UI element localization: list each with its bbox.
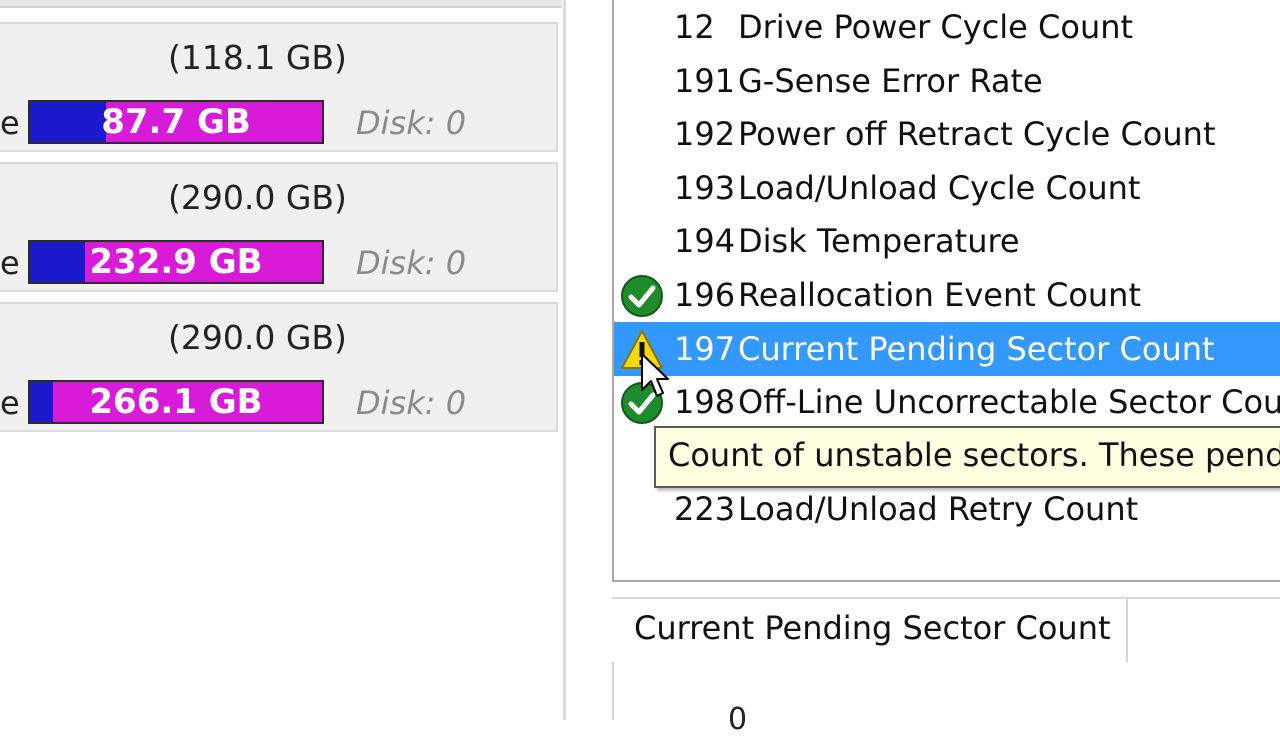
attribute-row[interactable]: 223 Load/Unload Retry Count bbox=[614, 482, 1280, 536]
attribute-name: Disk Temperature bbox=[738, 222, 1020, 260]
attribute-id: 12 bbox=[674, 8, 715, 46]
partition-item[interactable]: (290.0 GB) e 266.1 GB Disk: 0 bbox=[0, 302, 558, 432]
tab-label: Current Pending Sector Count bbox=[634, 609, 1111, 647]
panel-splitter[interactable] bbox=[563, 0, 566, 720]
attribute-row[interactable]: 198 Off-Line Uncorrectable Sector Count bbox=[614, 375, 1280, 429]
disk-label: Disk: 0 bbox=[356, 104, 467, 142]
free-space-label: 87.7 GB bbox=[101, 102, 251, 142]
attribute-id: 194 bbox=[674, 222, 736, 260]
disk-label: Disk: 0 bbox=[356, 384, 467, 422]
attribute-id: 192 bbox=[674, 115, 736, 153]
tab-current-pending-sector-count[interactable]: Current Pending Sector Count bbox=[612, 599, 1128, 663]
tooltip-text: Count of unstable sectors. These pending bbox=[668, 436, 1280, 474]
partition-size: (290.0 GB) bbox=[168, 178, 347, 217]
free-space-label: 266.1 GB bbox=[89, 382, 263, 422]
smart-attribute-list[interactable]: 12 Drive Power Cycle Count 191 G-Sense E… bbox=[612, 0, 1280, 582]
attribute-row[interactable]: 192 Power off Retract Cycle Count bbox=[614, 107, 1280, 161]
attribute-id: 197 bbox=[674, 330, 736, 368]
attribute-id: 193 bbox=[674, 169, 736, 207]
attribute-name: Power off Retract Cycle Count bbox=[738, 115, 1216, 153]
attribute-row[interactable]: 194 Disk Temperature bbox=[614, 214, 1280, 268]
detail-panel: 0 bbox=[612, 662, 1280, 737]
usage-bar: 232.9 GB bbox=[28, 240, 324, 284]
attribute-row[interactable]: 191 G-Sense Error Rate bbox=[614, 54, 1280, 108]
attribute-id: 198 bbox=[674, 383, 736, 421]
attribute-name: Reallocation Event Count bbox=[738, 276, 1141, 314]
usage-bar: 266.1 GB bbox=[28, 380, 324, 424]
mouse-cursor-icon bbox=[641, 353, 669, 397]
panel-top-border bbox=[0, 0, 562, 8]
attribute-id: 191 bbox=[674, 62, 736, 100]
detail-tabstrip: Current Pending Sector Count bbox=[612, 597, 1280, 669]
attribute-name: Drive Power Cycle Count bbox=[738, 8, 1134, 46]
partition-size: (118.1 GB) bbox=[168, 38, 347, 77]
attribute-name: G-Sense Error Rate bbox=[738, 62, 1043, 100]
check-circle-icon bbox=[621, 275, 663, 317]
attribute-id: 196 bbox=[674, 276, 736, 314]
partition-size: (290.0 GB) bbox=[168, 318, 347, 357]
partition-item[interactable]: (290.0 GB) e 232.9 GB Disk: 0 bbox=[0, 162, 558, 292]
partition-label-fragment: e bbox=[0, 384, 20, 422]
attribute-row[interactable]: 196 Reallocation Event Count bbox=[614, 268, 1280, 322]
partition-panel: (118.1 GB) e 87.7 GB Disk: 0 (290.0 GB) … bbox=[0, 0, 574, 720]
free-space-label: 232.9 GB bbox=[89, 242, 263, 282]
attribute-row[interactable]: 193 Load/Unload Cycle Count bbox=[614, 161, 1280, 215]
attribute-name: Load/Unload Cycle Count bbox=[738, 169, 1141, 207]
usage-bar: 87.7 GB bbox=[28, 100, 324, 144]
attribute-row-selected[interactable]: 197 Current Pending Sector Count bbox=[614, 322, 1280, 376]
partition-label-fragment: e bbox=[0, 244, 20, 282]
attribute-row[interactable]: 12 Drive Power Cycle Count bbox=[614, 0, 1280, 54]
partition-item[interactable]: (118.1 GB) e 87.7 GB Disk: 0 bbox=[0, 22, 558, 152]
attribute-name: Off-Line Uncorrectable Sector Count bbox=[738, 383, 1280, 421]
attribute-tooltip: Count of unstable sectors. These pending bbox=[654, 426, 1280, 488]
attribute-name: Current Pending Sector Count bbox=[738, 330, 1215, 368]
attribute-id: 223 bbox=[674, 490, 736, 528]
disk-label: Disk: 0 bbox=[356, 244, 467, 282]
attribute-name: Load/Unload Retry Count bbox=[738, 490, 1139, 528]
partition-label-fragment: e bbox=[0, 104, 20, 142]
